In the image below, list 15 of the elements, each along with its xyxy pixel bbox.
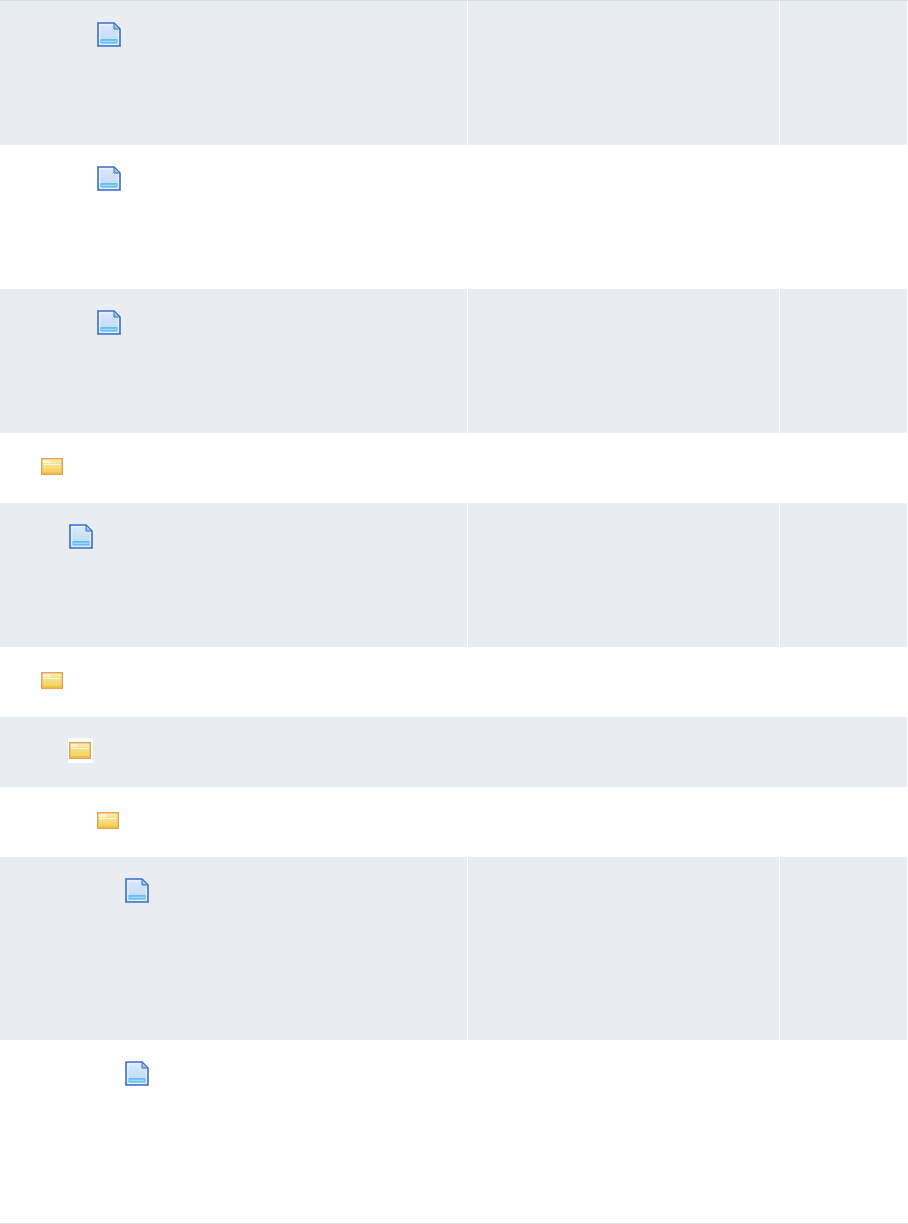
tree-row[interactable] — [0, 857, 908, 1040]
tree-row[interactable] — [0, 289, 908, 433]
folder-icon — [68, 738, 93, 763]
tree-row[interactable] — [0, 1, 908, 145]
folder-icon — [97, 812, 119, 829]
file-icon — [97, 310, 121, 335]
tree-row[interactable] — [0, 503, 908, 647]
file-icon — [97, 166, 121, 191]
file-icon — [125, 878, 149, 903]
folder-icon — [41, 672, 63, 689]
file-icon — [97, 22, 121, 47]
tree-row[interactable] — [0, 717, 908, 787]
file-icon — [125, 1061, 149, 1086]
file-icon — [69, 524, 93, 549]
folder-icon — [41, 458, 63, 475]
